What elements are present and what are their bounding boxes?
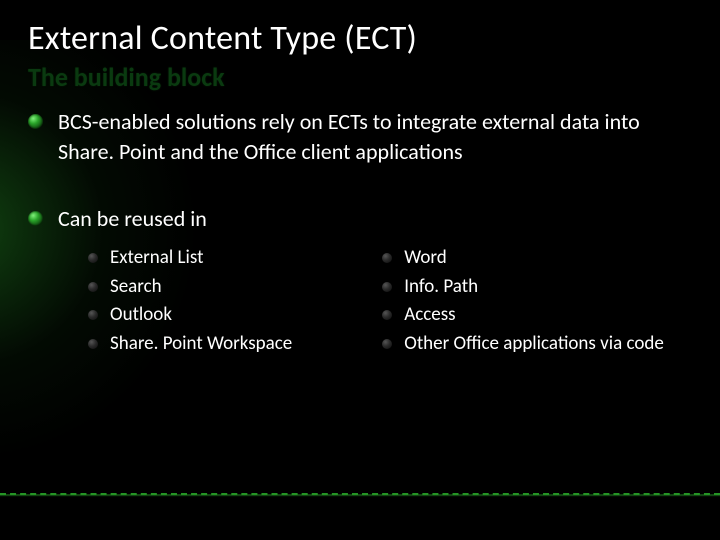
- sphere-bullet-icon: [28, 114, 43, 129]
- slide: External Content Type (ECT) The building…: [0, 0, 720, 540]
- list-item: Word: [382, 244, 664, 273]
- list-item: Info. Path: [382, 273, 664, 302]
- reuse-column-left: External List Search Outlook Share. Poin…: [88, 244, 292, 358]
- item-label: Word: [404, 246, 446, 269]
- dot-bullet-icon: [382, 253, 392, 263]
- list-item: External List: [88, 244, 292, 273]
- dot-bullet-icon: [88, 253, 98, 263]
- item-label: Other Office applications via code: [404, 332, 664, 355]
- reuse-column-right: Word Info. Path Access Other Office appl…: [382, 244, 664, 358]
- dot-bullet-icon: [382, 310, 392, 320]
- dot-bullet-icon: [382, 282, 392, 292]
- item-label: Info. Path: [404, 275, 478, 298]
- list-item: Share. Point Workspace: [88, 330, 292, 359]
- slide-title: External Content Type (ECT): [28, 18, 692, 59]
- item-label: Outlook: [110, 303, 172, 326]
- list-item: Access: [382, 301, 664, 330]
- list-item: Search: [88, 273, 292, 302]
- item-label: External List: [110, 246, 203, 269]
- reuse-columns: External List Search Outlook Share. Poin…: [58, 244, 692, 358]
- list-item: Other Office applications via code: [382, 330, 664, 359]
- point-text: Can be reused in: [58, 205, 207, 232]
- main-list: BCS-enabled solutions rely on ECTs to in…: [28, 107, 692, 358]
- slide-subtitle: The building block: [28, 61, 692, 93]
- main-point-2: Can be reused in External List Search Ou…: [28, 204, 692, 358]
- dot-bullet-icon: [88, 339, 98, 349]
- item-label: Access: [404, 303, 455, 326]
- main-point-1: BCS-enabled solutions rely on ECTs to in…: [28, 107, 692, 166]
- item-label: Share. Point Workspace: [110, 332, 292, 355]
- dot-bullet-icon: [88, 310, 98, 320]
- dot-bullet-icon: [382, 339, 392, 349]
- point-text: BCS-enabled solutions rely on ECTs to in…: [58, 108, 640, 165]
- dot-bullet-icon: [88, 282, 98, 292]
- list-item: Outlook: [88, 301, 292, 330]
- item-label: Search: [110, 275, 162, 298]
- sphere-bullet-icon: [28, 211, 43, 226]
